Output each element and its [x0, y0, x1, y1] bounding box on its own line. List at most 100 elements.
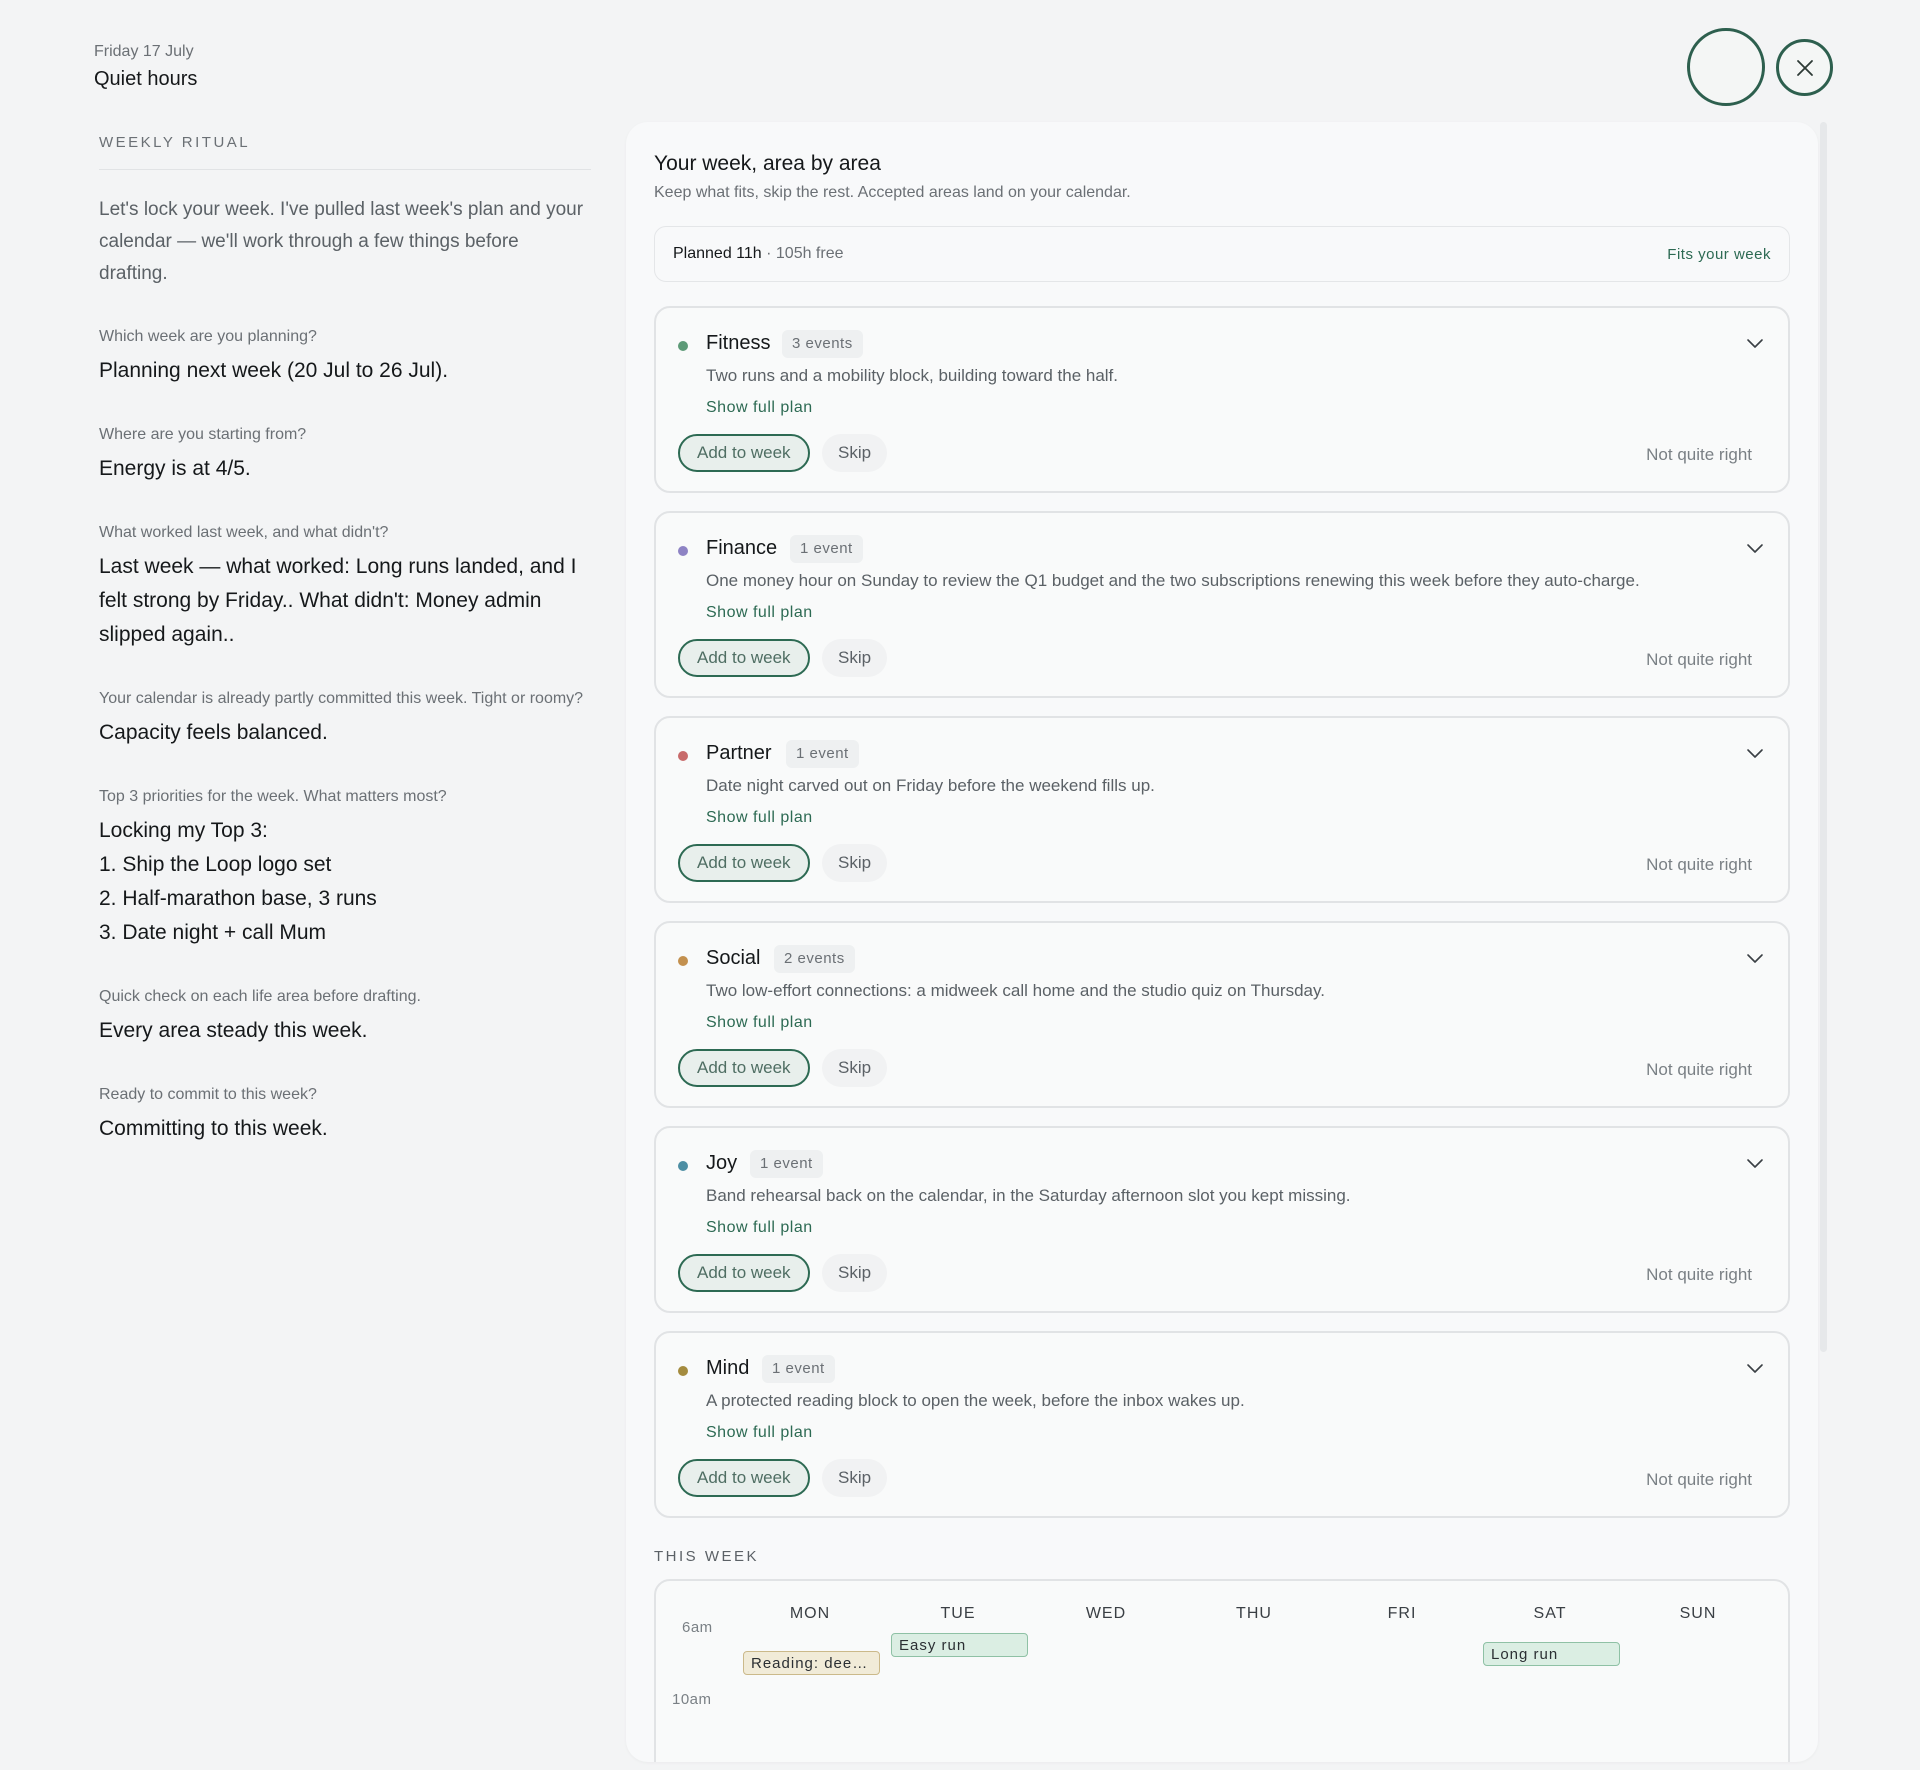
- answer-text: Locking my Top 3: 1. Ship the Loop logo …: [99, 819, 377, 944]
- week-panel: Your week, area by area Keep what fits, …: [626, 122, 1818, 1762]
- area-name: Finance: [706, 537, 778, 559]
- not-quite-right-button[interactable]: Not quite right: [1646, 650, 1752, 670]
- chevron-down-icon[interactable]: [1744, 332, 1766, 354]
- answer-text: Energy is at 4/5.: [99, 457, 251, 480]
- qa-item: Top 3 priorities for the week. What matt…: [99, 784, 591, 950]
- chevron-down-icon[interactable]: [1744, 742, 1766, 764]
- area-description: Two runs and a mobility block, building …: [706, 366, 1119, 385]
- area-name: Partner: [706, 742, 772, 764]
- add-to-week-button[interactable]: Add to week: [678, 639, 810, 677]
- chevron-down-icon[interactable]: [1744, 1357, 1766, 1379]
- add-to-week-button[interactable]: Add to week: [678, 1254, 810, 1292]
- header-date: Friday 17 July: [94, 43, 194, 60]
- show-full-plan-link[interactable]: Show full plan: [706, 604, 813, 622]
- close-icon: [1796, 59, 1813, 76]
- area-color-dot: [678, 956, 688, 966]
- area-name: Mind: [706, 1357, 750, 1379]
- area-color-dot: [678, 341, 688, 351]
- question-text: Your calendar is already partly committe…: [99, 690, 584, 707]
- add-to-week-button[interactable]: Add to week: [678, 1459, 810, 1497]
- show-full-plan-link[interactable]: Show full plan: [706, 1424, 813, 1442]
- answer-text: Capacity feels balanced.: [99, 721, 328, 744]
- area-name: Social: [706, 947, 761, 969]
- free-hours: · 105h free: [761, 245, 844, 262]
- calendar-event[interactable]: Reading: dee…: [743, 1651, 880, 1675]
- area-description: Date night carved out on Friday before t…: [706, 776, 1155, 795]
- progress-ring: [1687, 28, 1765, 106]
- show-full-plan-link[interactable]: Show full plan: [706, 1219, 813, 1237]
- answer-text: Every area steady this week.: [99, 1019, 368, 1042]
- skip-button[interactable]: Skip: [822, 434, 888, 472]
- event-count-badge: 2 events: [774, 945, 855, 973]
- qa-item: Ready to commit to this week? Committing …: [99, 1082, 591, 1146]
- area-color-dot: [678, 1366, 688, 1376]
- show-full-plan-link[interactable]: Show full plan: [706, 1014, 813, 1032]
- answer-text: Committing to this week.: [99, 1117, 328, 1140]
- skip-button[interactable]: Skip: [822, 844, 888, 882]
- answer-text: Planning next week (20 Jul to 26 Jul).: [99, 359, 449, 382]
- area-color-dot: [678, 751, 688, 761]
- day-header-fri: FRI: [1387, 1605, 1417, 1622]
- close-button[interactable]: [1776, 39, 1833, 96]
- skip-button[interactable]: Skip: [822, 1049, 888, 1087]
- question-text: Ready to commit to this week?: [99, 1086, 317, 1103]
- area-card-social: Social 2 events Two low-effort connectio…: [654, 921, 1790, 1108]
- show-full-plan-link[interactable]: Show full plan: [706, 399, 813, 417]
- panel-subtitle: Keep what fits, skip the rest. Accepted …: [654, 184, 1131, 201]
- fit-status: Fits your week: [1667, 245, 1771, 263]
- chevron-down-icon[interactable]: [1744, 1152, 1766, 1174]
- day-header-sat: SAT: [1533, 1605, 1567, 1622]
- panel-title: Your week, area by area: [654, 152, 881, 175]
- add-to-week-button[interactable]: Add to week: [678, 1049, 810, 1087]
- add-to-week-button[interactable]: Add to week: [678, 844, 810, 882]
- calendar-event[interactable]: Easy run: [891, 1633, 1028, 1657]
- week-calendar: MON TUE WED THU FRI SAT SUN 6am 10am Reading: dee…: [654, 1579, 1790, 1762]
- area-description: Two low-effort connections: a midweek ca…: [706, 981, 1325, 1000]
- area-color-dot: [678, 546, 688, 556]
- not-quite-right-button[interactable]: Not quite right: [1646, 1470, 1752, 1490]
- time-label: 10am: [672, 1691, 712, 1708]
- section-label: WEEKLY RITUAL: [99, 134, 591, 170]
- question-text: What worked last week, and what didn't?: [99, 524, 389, 541]
- event-count-badge: 1 event: [762, 1355, 835, 1383]
- week-label: THIS WEEK: [654, 1548, 760, 1565]
- not-quite-right-button[interactable]: Not quite right: [1646, 1060, 1752, 1080]
- not-quite-right-button[interactable]: Not quite right: [1646, 445, 1752, 465]
- show-full-plan-link[interactable]: Show full plan: [706, 809, 813, 827]
- calendar-event[interactable]: Long run: [1483, 1642, 1620, 1666]
- area-card-fitness: Fitness 3 events Two runs and a mobility…: [654, 306, 1790, 493]
- skip-button[interactable]: Skip: [822, 1459, 888, 1497]
- event-count-badge: 1 event: [786, 740, 859, 768]
- day-header-tue: TUE: [940, 1605, 976, 1622]
- day-header-mon: MON: [789, 1605, 831, 1622]
- question-text: Where are you starting from?: [99, 426, 307, 443]
- qa-item: Quick check on each life area before dra…: [99, 984, 591, 1048]
- not-quite-right-button[interactable]: Not quite right: [1646, 1265, 1752, 1285]
- plan-summary: Planned 11h · 105h free Fits your week: [654, 226, 1790, 282]
- scrollbar[interactable]: [1820, 122, 1827, 1352]
- event-count-badge: 3 events: [782, 330, 863, 358]
- qa-item: Your calendar is already partly committe…: [99, 686, 591, 750]
- area-card-joy: Joy 1 event Band rehearsal back on the c…: [654, 1126, 1790, 1313]
- day-header-thu: THU: [1236, 1605, 1272, 1622]
- area-description: A protected reading block to open the we…: [706, 1391, 1245, 1410]
- qa-item: What worked last week, and what didn't? L…: [99, 520, 591, 652]
- day-header-wed: WED: [1085, 1605, 1127, 1622]
- area-description: One money hour on Sunday to review the Q…: [706, 571, 1640, 590]
- qa-item: Where are you starting from? Energy is at…: [99, 422, 591, 486]
- event-count-badge: 1 event: [750, 1150, 823, 1178]
- area-color-dot: [678, 1161, 688, 1171]
- not-quite-right-button[interactable]: Not quite right: [1646, 855, 1752, 875]
- question-text: Quick check on each life area before dra…: [99, 988, 421, 1005]
- chevron-down-icon[interactable]: [1744, 537, 1766, 559]
- event-count-badge: 1 event: [790, 535, 863, 563]
- time-label: 6am: [682, 1619, 713, 1636]
- area-name: Fitness: [706, 332, 771, 354]
- skip-button[interactable]: Skip: [822, 639, 888, 677]
- question-text: Which week are you planning?: [99, 328, 317, 345]
- add-to-week-button[interactable]: Add to week: [678, 434, 810, 472]
- question-text: Top 3 priorities for the week. What matt…: [99, 788, 447, 805]
- area-card-finance: Finance 1 event One money hour on Sunday…: [654, 511, 1790, 698]
- skip-button[interactable]: Skip: [822, 1254, 888, 1292]
- chevron-down-icon[interactable]: [1744, 947, 1766, 969]
